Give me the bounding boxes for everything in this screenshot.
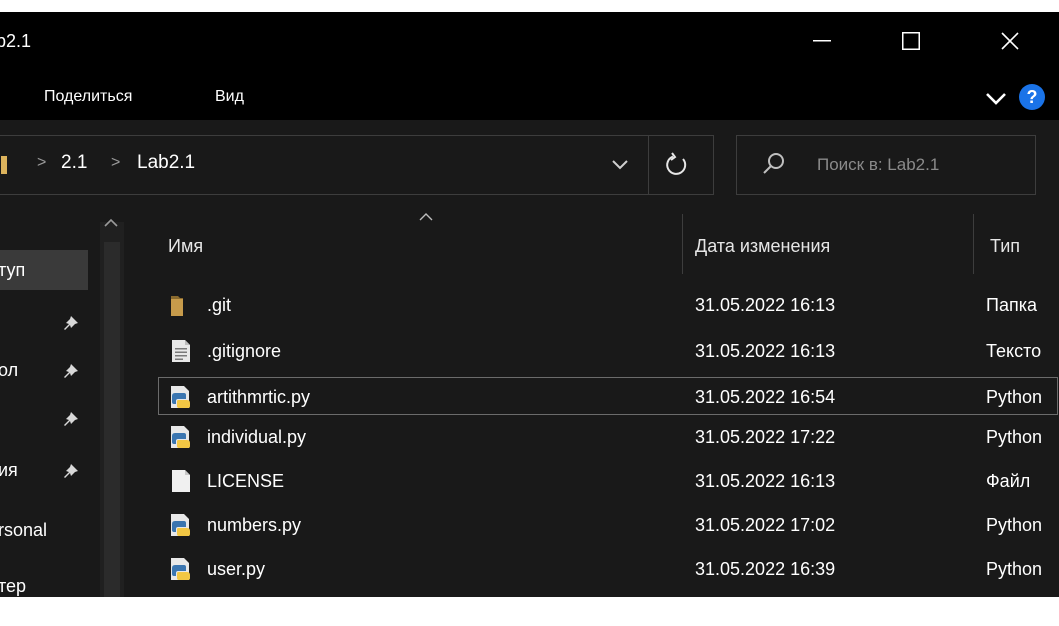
file-type: Python: [986, 387, 1043, 407]
search-input[interactable]: [817, 152, 1027, 178]
breadcrumb-item-2.1[interactable]: 2.1: [61, 152, 87, 174]
file-list: Имя Дата изменения Тип .git 31.05.2022 1…: [124, 210, 1059, 597]
text-file-icon: [172, 340, 190, 362]
breadcrumb-item-lab2.1[interactable]: Lab2.1: [137, 152, 195, 174]
file-row[interactable]: LICENSE 31.05.2022 16:13 Файл: [159, 462, 1059, 500]
title-bar[interactable]: b2.1: [0, 12, 1059, 70]
file-date: 31.05.2022 16:39: [695, 559, 836, 579]
nav-item-label: тер: [0, 576, 27, 596]
file-date: 31.05.2022 17:02: [695, 515, 836, 535]
column-header-name[interactable]: Имя: [124, 210, 682, 276]
ribbon-tab-view[interactable]: Вид: [215, 88, 244, 106]
folder-icon: [171, 296, 183, 316]
breadcrumb-separator: >: [37, 154, 47, 171]
refresh-icon[interactable]: [663, 152, 689, 178]
sort-ascending-icon: [419, 213, 433, 221]
file-type: Python: [986, 515, 1043, 535]
file-date: 31.05.2022 16:54: [695, 387, 836, 407]
file-row[interactable]: numbers.py 31.05.2022 17:02 Python: [159, 506, 1059, 544]
address-row: > 2.1 > Lab2.1: [0, 120, 1059, 210]
file-row[interactable]: user.py 31.05.2022 16:39 Python: [159, 550, 1059, 588]
nav-item-quick-access[interactable]: туп: [0, 250, 88, 290]
file-name: .git: [207, 295, 232, 315]
maximize-icon: [902, 32, 920, 50]
pin-icon[interactable]: [62, 362, 80, 380]
pin-icon[interactable]: [62, 410, 80, 428]
file-type: Python: [986, 559, 1043, 579]
chevron-down-icon[interactable]: [985, 92, 1007, 106]
nav-item[interactable]: ол: [0, 350, 96, 390]
pin-icon[interactable]: [62, 462, 80, 480]
file-type: Python: [986, 427, 1043, 447]
python-file-icon: [171, 558, 190, 580]
minimize-button[interactable]: [791, 12, 853, 70]
file-name: LICENSE: [207, 471, 285, 491]
file-date: 31.05.2022 17:22: [695, 427, 836, 447]
nav-item-label: ия: [0, 460, 18, 480]
file-type: Тексто: [986, 341, 1042, 361]
file-name: artithmrtic.py: [207, 387, 311, 407]
column-header-label: Тип: [990, 236, 1021, 256]
help-icon[interactable]: ?: [1019, 84, 1045, 110]
close-button[interactable]: [979, 12, 1041, 70]
nav-item[interactable]: ия: [0, 450, 96, 490]
folder-icon: [1, 156, 7, 174]
chevron-down-icon[interactable]: [611, 159, 629, 171]
scroll-up-icon[interactable]: [103, 218, 119, 228]
nav-item-onedrive-personal[interactable]: rsonal: [0, 510, 96, 550]
divider: [648, 136, 649, 194]
nav-item[interactable]: [0, 302, 96, 342]
column-header-date[interactable]: Дата изменения: [683, 210, 973, 276]
file-name: user.py: [207, 559, 266, 579]
minimize-icon: [813, 40, 831, 42]
file-name: numbers.py: [207, 515, 302, 535]
search-box[interactable]: [736, 135, 1036, 195]
file-row[interactable]: .gitignore 31.05.2022 16:13 Тексто: [159, 332, 1059, 370]
nav-item-label: туп: [0, 260, 26, 280]
python-file-icon: [171, 386, 190, 408]
file-row[interactable]: individual.py 31.05.2022 17:22 Python: [159, 418, 1059, 456]
search-icon: [763, 153, 784, 174]
file-row[interactable]: .git 31.05.2022 16:13 Папка: [159, 286, 1059, 324]
python-file-icon: [171, 514, 190, 536]
address-bar[interactable]: > 2.1 > Lab2.1: [0, 135, 714, 195]
nav-item-this-pc[interactable]: тер: [0, 566, 96, 597]
nav-scrollbar[interactable]: [100, 222, 124, 597]
nav-item-label: ол: [0, 360, 19, 380]
file-type: Файл: [986, 471, 1031, 491]
column-header-label: Дата изменения: [695, 236, 831, 256]
breadcrumb-separator: >: [111, 154, 121, 171]
pin-icon[interactable]: [62, 314, 80, 332]
ribbon: Поделиться Вид ?: [0, 70, 1059, 120]
explorer-window: b2.1 Поделиться Вид ? > 2.1 > Lab2.1 Пои…: [0, 12, 1059, 597]
file-date: 31.05.2022 16:13: [695, 295, 836, 315]
blank-file-icon: [172, 470, 190, 492]
file-date: 31.05.2022 16:13: [695, 341, 836, 361]
python-file-icon: [171, 426, 190, 448]
file-type: Папка: [986, 295, 1037, 315]
column-header-label: Имя: [168, 236, 204, 256]
file-date: 31.05.2022 16:13: [695, 471, 836, 491]
window-title: b2.1: [0, 31, 32, 51]
scrollbar-thumb[interactable]: [104, 242, 120, 597]
nav-item[interactable]: [0, 398, 96, 438]
file-name: .gitignore: [207, 341, 282, 361]
nav-item-label: rsonal: [0, 520, 48, 540]
column-header-type[interactable]: Тип: [974, 210, 1059, 276]
maximize-button[interactable]: [880, 12, 942, 70]
file-name: individual.py: [207, 427, 307, 447]
close-icon: [1001, 32, 1019, 50]
ribbon-tab-share[interactable]: Поделиться: [44, 88, 132, 106]
file-row-selected[interactable]: artithmrtic.py 31.05.2022 16:54 Python: [158, 377, 1058, 415]
